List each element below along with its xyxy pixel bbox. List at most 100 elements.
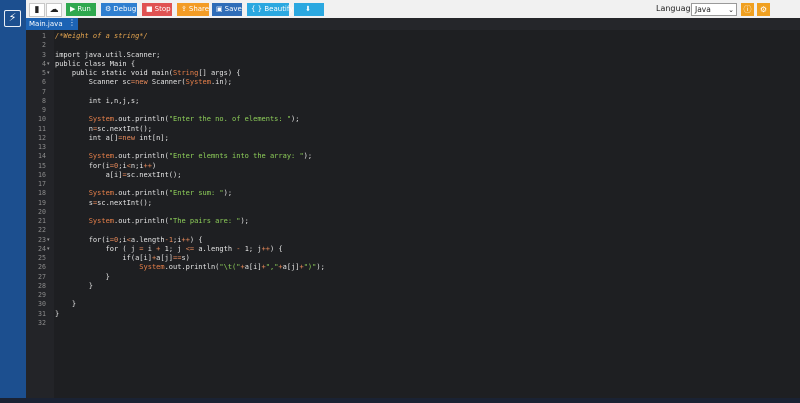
line-number: 22	[38, 226, 46, 235]
code-line[interactable]: System.out.println("Enter sum: ");	[55, 189, 232, 198]
code-line[interactable]: for(i=0;i<n;i++)	[55, 161, 157, 171]
new-file-icon[interactable]: ▮	[29, 3, 45, 17]
code-line[interactable]: }	[55, 282, 93, 291]
code-token: );	[223, 189, 233, 198]
code-line[interactable]: System.out.println("\t("+a[i]+","+a[j]+"…	[55, 263, 325, 272]
code-token: }	[55, 309, 60, 318]
code-line[interactable]: for(i=0;i<a.length-1;i++) {	[55, 236, 203, 245]
code-token: System	[185, 78, 211, 87]
code-line[interactable]: public class Main {	[55, 60, 135, 69]
line-number: 15	[38, 161, 46, 170]
code-line[interactable]: if(a[i]+a[j]==s)	[55, 254, 190, 263]
button-glyph-icon: ⬇	[305, 5, 311, 13]
code-token: );	[291, 115, 300, 124]
chevron-down-icon: ⌄	[728, 6, 734, 14]
code-token: System	[88, 115, 115, 124]
code-line[interactable]: }	[55, 310, 59, 319]
code-token: s	[55, 198, 93, 207]
upload-icon[interactable]: ☁	[46, 3, 62, 17]
fold-arrow-icon[interactable]: ▾	[47, 236, 50, 245]
button-glyph-icon: ■	[146, 5, 153, 13]
code-line[interactable]: int a[]=new int[n];	[55, 134, 169, 143]
code-line[interactable]: /*Weight of a string*/	[55, 32, 148, 41]
info-icon[interactable]: ⓘ	[741, 3, 754, 16]
code-line[interactable]: Scanner sc=new Scanner(System.in);	[55, 78, 232, 87]
save-button[interactable]: ▣ Save	[212, 3, 242, 16]
code-line[interactable]: for ( j = i + 1; j <= a.length - 1; j++)…	[55, 245, 283, 254]
line-number: 12	[38, 133, 46, 142]
code-token: ;i	[118, 235, 127, 244]
code-token: "Enter the no. of elements: "	[168, 115, 292, 124]
code-line[interactable]: n=sc.nextInt();	[55, 125, 152, 134]
run-button[interactable]: ▶ Run	[66, 3, 96, 16]
line-number: 10	[38, 115, 46, 124]
gear-icon[interactable]: ⚙	[757, 3, 770, 16]
code-token: =0	[109, 161, 119, 170]
code-token: "Enter elemnts into the array: "	[168, 152, 304, 161]
line-number: 6	[42, 78, 46, 87]
code-token: s)	[181, 254, 190, 262]
code-token: ) {	[270, 244, 283, 253]
code-token: .out.println(	[164, 263, 220, 272]
line-number: 17	[38, 180, 46, 188]
code-token: sc.nextInt();	[126, 170, 182, 179]
line-number: 20	[38, 207, 46, 216]
code-token: "\t("	[219, 263, 241, 272]
code-token: 1; j	[240, 244, 262, 253]
tab-menu-icon[interactable]: ⋮	[68, 18, 76, 27]
code-editor[interactable]: 1 2 3 4 ▾ 5 ▾ 6 7 8 9 10 11 12 13 14 15 16 17 18 19 20 21 22 23 ▾…	[26, 30, 800, 398]
code-line[interactable]: System.out.println("Enter elemnts into t…	[55, 152, 312, 161]
code-token: Scanner sc	[55, 78, 131, 87]
code-line[interactable]: }	[55, 273, 110, 282]
code-token: for(i	[55, 161, 110, 170]
code-token: int i,n,j,s;	[55, 96, 140, 105]
code-line[interactable]: a[i]=sc.nextInt();	[55, 170, 182, 180]
left-sidebar: ⚡	[0, 0, 26, 398]
tab-label: Main.java	[29, 20, 63, 28]
line-number: 11	[38, 124, 46, 133]
debug-button[interactable]: ⚙ Debug	[101, 3, 137, 16]
line-number: 9	[42, 106, 46, 114]
code-line[interactable]: public static void main(String[] args) {	[55, 69, 241, 78]
code-line[interactable]: s=sc.nextInt();	[55, 199, 152, 208]
line-number: 28	[38, 281, 46, 290]
code-token: "Enter sum: "	[168, 189, 224, 198]
line-number: 5	[42, 69, 46, 77]
line-number: 3	[42, 50, 46, 59]
code-token: .out.println(	[114, 189, 169, 198]
code-line[interactable]: System.out.println("Enter the no. of ele…	[55, 115, 300, 124]
fold-arrow-icon[interactable]: ▾	[47, 60, 50, 69]
button-glyph-icon: ▣	[216, 5, 223, 13]
code-token: import java.util.Scanner;	[55, 50, 161, 59]
code-token: =new	[130, 78, 148, 87]
code-token: System	[88, 217, 115, 225]
line-number: 4	[42, 59, 46, 68]
button-glyph-icon: ⇪	[181, 5, 187, 13]
logo-icon[interactable]: ⚡	[4, 10, 21, 27]
download-button[interactable]: ⬇	[294, 3, 324, 16]
code-token: public static void main(	[55, 69, 174, 77]
button-label: Debug	[113, 5, 137, 13]
language-select[interactable]: Java ⌄	[691, 3, 737, 16]
code-token: );	[316, 263, 325, 272]
line-number: 29	[38, 291, 46, 299]
fold-arrow-icon[interactable]: ▾	[47, 245, 50, 254]
stop-button[interactable]: ■ Stop	[142, 3, 172, 16]
share-button[interactable]: ⇪ Share	[177, 3, 209, 16]
code-line[interactable]: import java.util.Scanner;	[55, 51, 160, 60]
code-line[interactable]: }	[55, 300, 76, 309]
code-token: int[n];	[135, 133, 169, 142]
code-token: }	[55, 300, 77, 309]
code-token: public class Main {	[55, 59, 136, 68]
line-number: 31	[38, 309, 46, 318]
line-number: 32	[38, 318, 46, 327]
fold-arrow-icon[interactable]: ▾	[47, 69, 50, 78]
code-line[interactable]: int i,n,j,s;	[55, 96, 140, 106]
beautify-button[interactable]: { } Beautify	[247, 3, 293, 16]
code-token: a.length	[130, 235, 165, 244]
code-line[interactable]: System.out.println("The pairs are: ");	[55, 217, 249, 226]
button-label: Run	[77, 5, 91, 13]
